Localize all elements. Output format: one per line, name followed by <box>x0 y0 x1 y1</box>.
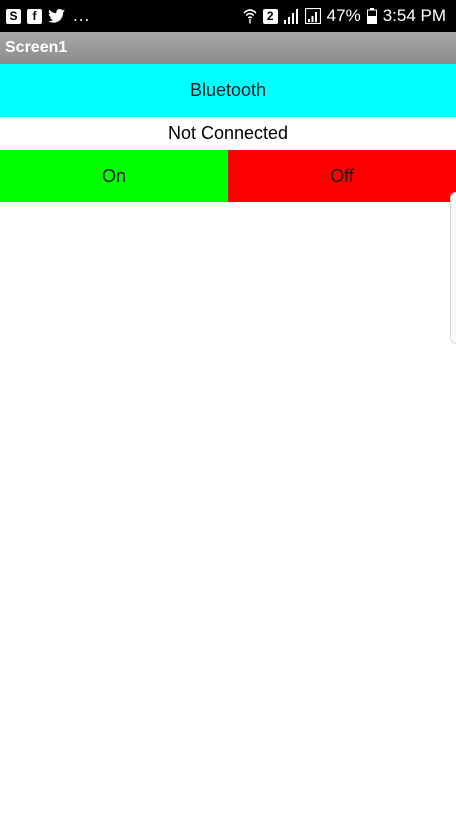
sim-badge-icon: 2 <box>262 8 278 24</box>
clock-time: 3:54 PM <box>382 6 446 25</box>
battery-icon <box>366 8 377 24</box>
edge-panel-handle[interactable] <box>450 192 456 344</box>
app-screen: S f ... 2 47% 3:54 PM Screen1 Bluetooth … <box>0 0 456 813</box>
more-notifications-ellipsis: ... <box>73 6 91 25</box>
bluetooth-button[interactable]: Bluetooth <box>0 64 456 117</box>
on-button[interactable]: On <box>0 150 228 202</box>
status-left: S f ... <box>6 6 90 26</box>
facebook-icon: f <box>27 8 42 24</box>
off-button-label: Off <box>330 165 354 186</box>
off-button[interactable]: Off <box>228 150 456 202</box>
twitter-icon <box>48 9 65 23</box>
signal-icon <box>283 8 299 24</box>
status-bar: S f ... 2 47% 3:54 PM <box>0 0 456 32</box>
connection-status-text: Not Connected <box>167 123 289 143</box>
wifi-calling-icon <box>243 8 257 24</box>
on-button-label: On <box>101 165 126 186</box>
status-right: 2 47% 3:54 PM <box>243 6 446 26</box>
screen-title: Screen1 <box>5 39 68 56</box>
bluetooth-button-label: Bluetooth <box>189 80 267 100</box>
shazam-icon: S <box>6 8 21 24</box>
title-bar: Screen1 <box>0 32 456 64</box>
signal-sim2-icon <box>304 8 321 24</box>
battery-percent: 47% <box>326 6 361 25</box>
connection-status-label: Not Connected <box>0 117 456 150</box>
